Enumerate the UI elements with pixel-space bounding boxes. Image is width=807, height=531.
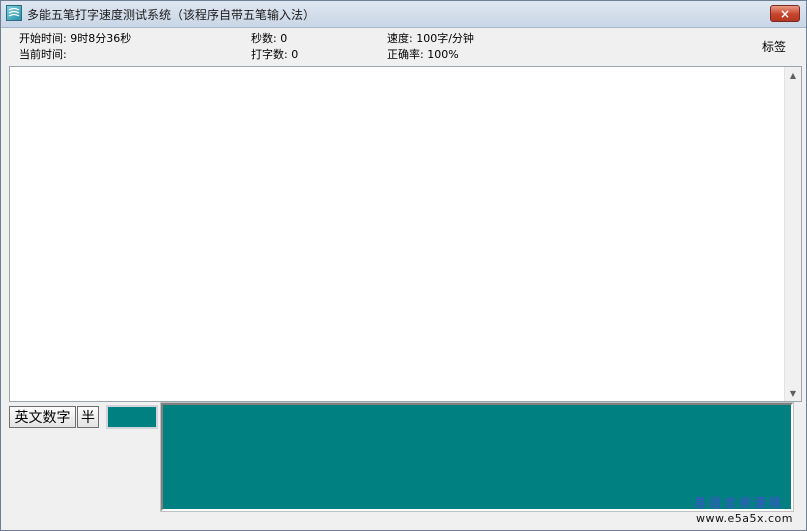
scroll-up-arrow-icon[interactable]: ▲	[785, 67, 801, 83]
watermark-url: www.e5a5x.com	[696, 512, 793, 525]
close-icon: ×	[779, 6, 791, 21]
speed-label: 速度: 100字/分钟	[387, 32, 474, 45]
tag-label: 标签	[761, 40, 786, 54]
accuracy-label: 正确率: 100%	[387, 48, 459, 61]
close-button[interactable]: ×	[770, 5, 800, 22]
scroll-down-arrow-icon[interactable]: ▼	[785, 385, 801, 401]
app-window: 多能五笔打字速度测试系统（该程序自带五笔输入法） × 开始时间: 9时8分36秒…	[0, 0, 807, 531]
sample-text-area[interactable]: ▲ ▼	[9, 66, 802, 402]
seconds-label: 秒数: 0	[251, 32, 288, 45]
watermark-chinese: 易语言资源网	[694, 496, 785, 510]
half-width-button[interactable]: 半	[77, 406, 99, 428]
ime-mode-button[interactable]: 英文数字	[9, 406, 76, 428]
start-time-label: 开始时间: 9时8分36秒	[19, 32, 132, 45]
current-time-label: 当前时间:	[19, 48, 67, 61]
app-icon	[6, 5, 22, 21]
ime-candidate-box	[106, 405, 158, 429]
typed-count-label: 打字数: 0	[251, 48, 299, 61]
window-title: 多能五笔打字速度测试系统（该程序自带五笔输入法）	[27, 8, 316, 22]
vertical-scrollbar[interactable]: ▲ ▼	[784, 67, 801, 401]
title-bar: 多能五笔打字速度测试系统（该程序自带五笔输入法） ×	[1, 1, 806, 28]
